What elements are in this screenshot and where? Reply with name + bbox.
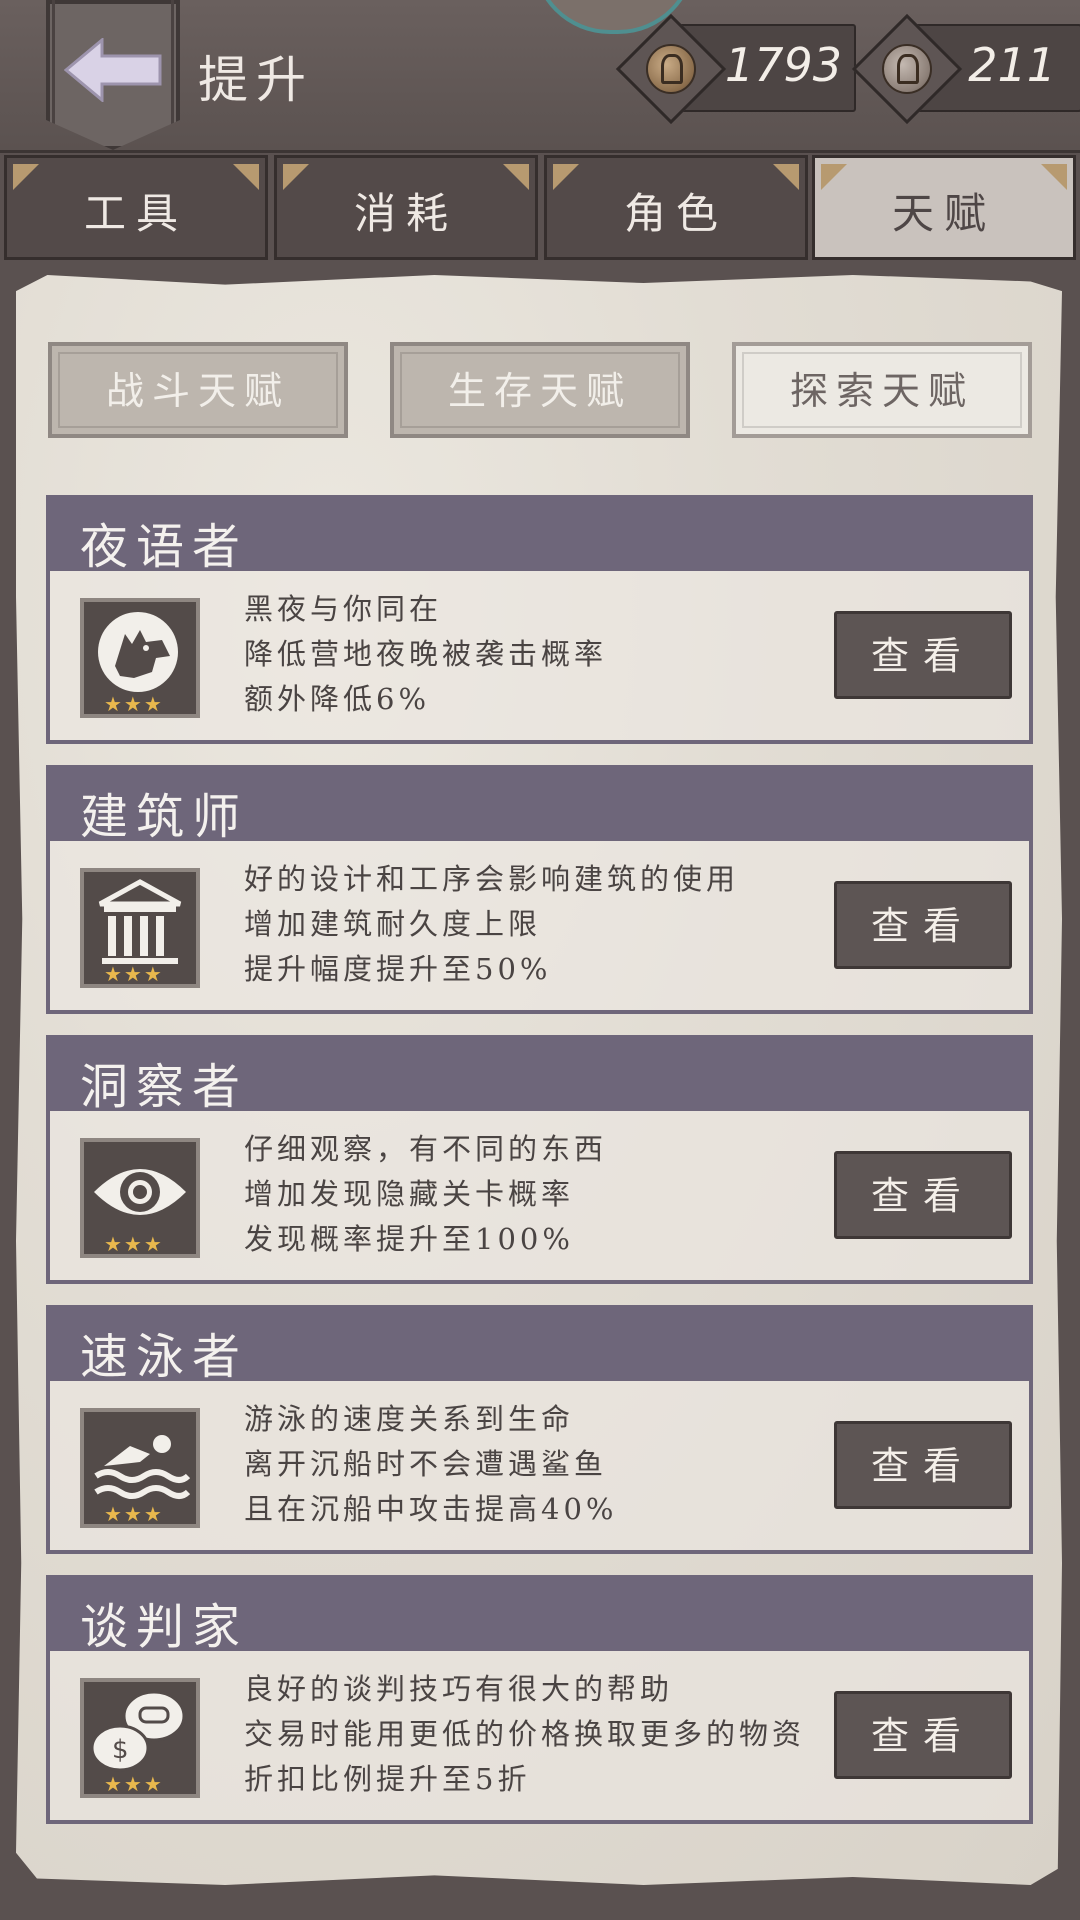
talent-icon-frame: ★★★ [80, 1408, 200, 1528]
description-line: 游泳的速度关系到生命 [244, 1402, 575, 1436]
talent-name: 谈判家 [80, 1599, 249, 1655]
tab-consumables[interactable]: 消耗 [274, 155, 538, 260]
corner-ornament [821, 164, 847, 190]
currency-amount: 211 [968, 38, 1056, 92]
talent-card-fast-swimmer: 速泳者 ★★★ 游泳的速度关系到生命 离开沉船时不会遭遇鲨鱼 且在沉船中攻击提高… [46, 1305, 1033, 1560]
description-line: 发现概率提升至100% [244, 1222, 574, 1256]
description-line: 离开沉船时不会遭遇鲨鱼 [244, 1447, 608, 1481]
talent-body: $ ★★★ 良好的谈判技巧有很大的帮助 交易时能用更低的价格换取更多的物资 折扣… [46, 1651, 1033, 1824]
view-button[interactable]: 查看 [834, 1691, 1012, 1779]
subtab-survival-talents[interactable]: 生存天赋 [390, 342, 690, 438]
description-line: 且在沉船中攻击提高40% [244, 1492, 618, 1526]
corner-ornament [283, 164, 309, 190]
description-line: 好的设计和工序会影响建筑的使用 [244, 862, 740, 896]
talent-description: 黑夜与你同在 降低营地夜晚被袭击概率 额外降低6% [244, 587, 884, 722]
horse-coin-icon [646, 44, 696, 94]
talent-name: 洞察者 [80, 1059, 249, 1115]
description-line: 仔细观察，有不同的东西 [244, 1132, 608, 1166]
talent-header: 谈判家 [46, 1575, 1033, 1655]
talent-name: 建筑师 [80, 789, 249, 845]
talent-description: 仔细观察，有不同的东西 增加发现隐藏关卡概率 发现概率提升至100% [244, 1127, 884, 1262]
talent-description: 良好的谈判技巧有很大的帮助 交易时能用更低的价格换取更多的物资 折扣比例提升至5… [244, 1667, 884, 1802]
description-line: 折扣比例提升至5折 [244, 1762, 531, 1796]
horse-token-icon [882, 44, 932, 94]
tab-label: 消耗 [353, 189, 458, 238]
corner-ornament [233, 164, 259, 190]
talent-stars: ★★★ [104, 1772, 164, 1796]
back-button[interactable] [46, 0, 180, 150]
tab-characters[interactable]: 角色 [544, 155, 808, 260]
talent-icon-frame: ★★★ [80, 1138, 200, 1258]
talent-card-observer: 洞察者 ★★★ 仔细观察，有不同的东西 增加发现隐藏关卡概率 发现概率提升至10… [46, 1035, 1033, 1290]
talent-stars: ★★★ [104, 692, 164, 716]
talent-description: 好的设计和工序会影响建筑的使用 增加建筑耐久度上限 提升幅度提升至50% [244, 857, 884, 992]
description-line: 增加建筑耐久度上限 [244, 907, 542, 941]
description-line: 额外降低6% [244, 682, 431, 716]
negotiation-icon: $ [90, 1690, 186, 1772]
tab-talents[interactable]: 天赋 [812, 155, 1076, 260]
talent-icon-frame: $ ★★★ [80, 1678, 200, 1798]
view-button[interactable]: 查看 [834, 1421, 1012, 1509]
page-title: 提升 [198, 51, 314, 109]
talent-card-negotiator: 谈判家 $ ★★★ 良好的谈判技巧有很大的帮助 交易时能用更低的价格换取更多的物… [46, 1575, 1033, 1830]
main-tabs: 工具 消耗 角色 天赋 [0, 155, 1080, 265]
talent-name: 速泳者 [80, 1329, 249, 1385]
view-button[interactable]: 查看 [834, 881, 1012, 969]
wolf-icon [98, 612, 178, 692]
view-button[interactable]: 查看 [834, 611, 1012, 699]
talent-stars: ★★★ [104, 1232, 164, 1256]
corner-ornament [503, 164, 529, 190]
tab-label: 角色 [623, 189, 728, 238]
talent-body: ★★★ 游泳的速度关系到生命 离开沉船时不会遭遇鲨鱼 且在沉船中攻击提高40% … [46, 1381, 1033, 1554]
talent-icon-frame: ★★★ [80, 868, 200, 988]
corner-ornament [1041, 164, 1067, 190]
talent-name: 夜语者 [80, 519, 249, 575]
view-button[interactable]: 查看 [834, 1151, 1012, 1239]
currency-amount: 1793 [724, 38, 842, 92]
tab-tools[interactable]: 工具 [4, 155, 268, 260]
eye-icon [94, 1169, 186, 1215]
talent-stars: ★★★ [104, 962, 164, 986]
description-line: 降低营地夜晚被袭击概率 [244, 637, 608, 671]
corner-ornament [773, 164, 799, 190]
talent-body: ★★★ 仔细观察，有不同的东西 增加发现隐藏关卡概率 发现概率提升至100% 查… [46, 1111, 1033, 1284]
talent-stars: ★★★ [104, 1502, 164, 1526]
talent-header: 夜语者 [46, 495, 1033, 575]
back-arrow-icon [64, 38, 162, 102]
description-line: 交易时能用更低的价格换取更多的物资 [244, 1717, 806, 1751]
top-bar: 提升 1793 211 [0, 0, 1080, 153]
talent-body: ★★★ 黑夜与你同在 降低营地夜晚被袭击概率 额外降低6% 查看 [46, 571, 1033, 744]
talent-header: 洞察者 [46, 1035, 1033, 1115]
description-line: 良好的谈判技巧有很大的帮助 [244, 1672, 674, 1706]
tab-label: 工具 [83, 189, 188, 238]
description-line: 增加发现隐藏关卡概率 [244, 1177, 575, 1211]
talent-card-night-whisperer: 夜语者 ★★★ 黑夜与你同在 降低营地夜晚被袭击概率 额外降低6% 查看 [46, 495, 1033, 750]
description-line: 提升幅度提升至50% [244, 952, 552, 986]
talent-body: ★★★ 好的设计和工序会影响建筑的使用 增加建筑耐久度上限 提升幅度提升至50%… [46, 841, 1033, 1014]
subtab-combat-talents[interactable]: 战斗天赋 [48, 342, 348, 438]
talent-card-architect: 建筑师 ★★★ 好的设计和工序会影响建筑的使用 增加建筑耐久度上限 提升幅度提升… [46, 765, 1033, 1020]
talent-icon-frame: ★★★ [80, 598, 200, 718]
corner-ornament [13, 164, 39, 190]
talent-header: 速泳者 [46, 1305, 1033, 1385]
talent-description: 游泳的速度关系到生命 离开沉船时不会遭遇鲨鱼 且在沉船中攻击提高40% [244, 1397, 884, 1532]
corner-ornament [553, 164, 579, 190]
svg-text:$: $ [112, 1735, 129, 1765]
talent-header: 建筑师 [46, 765, 1033, 845]
building-icon [98, 879, 182, 964]
subtab-exploration-talents[interactable]: 探索天赋 [732, 342, 1032, 438]
description-line: 黑夜与你同在 [244, 592, 443, 626]
swimmer-icon [94, 1435, 190, 1499]
tab-label: 天赋 [891, 189, 996, 238]
